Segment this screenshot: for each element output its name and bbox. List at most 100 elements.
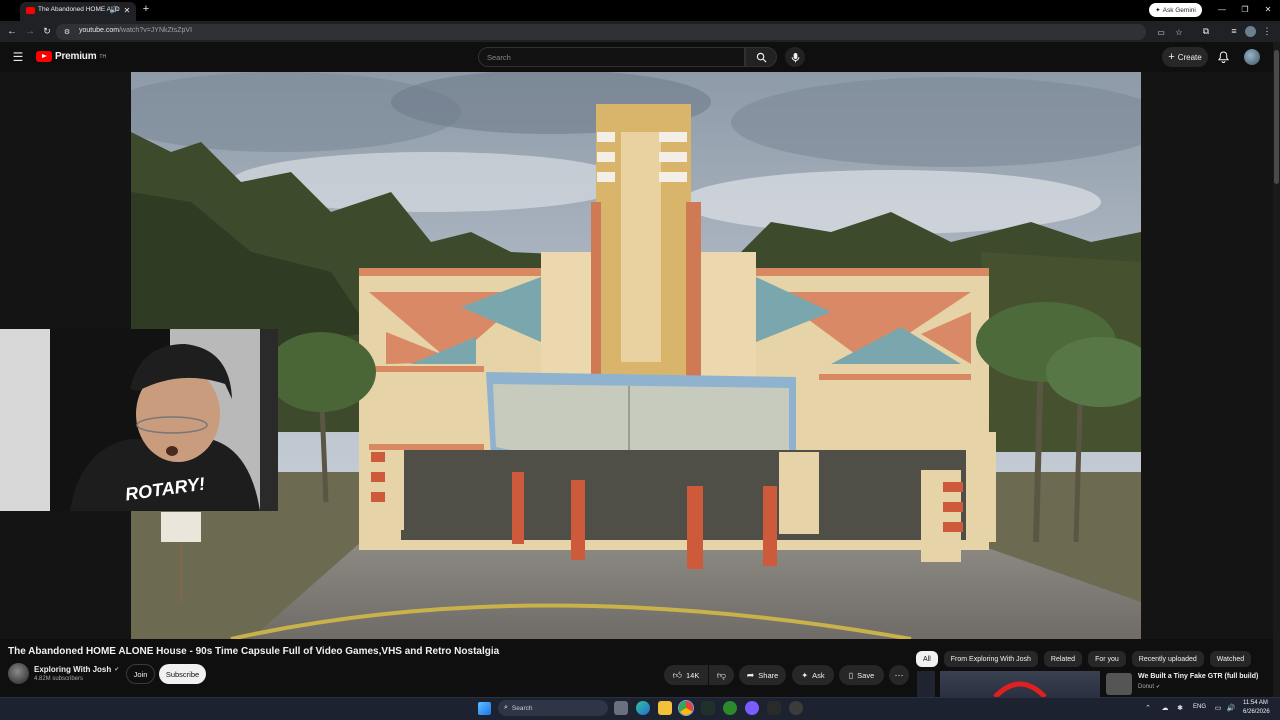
tab-title: The Abandoned HOME ALO xyxy=(38,6,120,13)
chip-label: All xyxy=(923,655,931,663)
create-label: Create xyxy=(1177,52,1202,62)
chip-label: Recently uploaded xyxy=(1138,655,1197,663)
close-tab-icon[interactable]: ✕ xyxy=(122,5,132,15)
network-icon[interactable]: ☁ xyxy=(1160,703,1170,713)
edge-browser-icon[interactable] xyxy=(636,701,650,715)
player-right-margin xyxy=(1141,72,1273,639)
voice-search-button[interactable] xyxy=(785,47,805,67)
clock-time[interactable]: 11:54 AM xyxy=(1243,700,1268,706)
verified-icon: ✔ xyxy=(1156,684,1161,690)
notifications-bell-icon[interactable] xyxy=(1216,50,1230,64)
save-button[interactable]: ▯ Save xyxy=(839,665,884,685)
subscribe-label: Subscribe xyxy=(165,669,200,679)
url-host: youtube.com xyxy=(79,27,120,34)
address-bar[interactable]: ⚙ youtube.com/watch?v=JYNkZtsZpVI ▭ ☆ xyxy=(56,24,1183,40)
minimize-icon[interactable]: — xyxy=(1217,4,1227,14)
windows-start-icon[interactable] xyxy=(478,702,491,715)
channel-name-row: Exploring With Josh ✔ xyxy=(34,665,119,674)
search-placeholder: Search xyxy=(487,53,511,62)
plus-icon: + xyxy=(1168,51,1175,63)
playlist-thumbnail[interactable] xyxy=(917,671,935,697)
extensions-icon[interactable]: ⧉ xyxy=(1200,25,1212,37)
ask-button[interactable]: ✦ Ask xyxy=(792,665,834,685)
display-icon[interactable]: ▭ xyxy=(1213,703,1223,713)
video-player[interactable] xyxy=(131,72,1141,639)
video-title: The Abandoned HOME ALONE House - 90s Tim… xyxy=(8,646,500,657)
reading-list-icon[interactable]: ≡ xyxy=(1228,25,1240,37)
new-tab-button[interactable]: + xyxy=(140,3,152,15)
join-button[interactable]: Join xyxy=(126,664,155,684)
tray-chevron-icon[interactable]: ⌃ xyxy=(1143,703,1153,713)
thumbs-up-icon: 👍︎ xyxy=(672,669,683,680)
share-icon: ➦ xyxy=(746,669,755,680)
page-scrollbar[interactable] xyxy=(1273,42,1280,697)
clock-date[interactable]: 6/26/2026 xyxy=(1243,709,1270,715)
youtube-play-icon xyxy=(36,51,52,62)
file-explorer-icon[interactable] xyxy=(658,701,672,715)
cast-icon[interactable]: ▭ xyxy=(1156,26,1166,38)
like-count: 14K xyxy=(686,670,700,680)
profile-icon[interactable] xyxy=(1245,26,1256,37)
ask-label: Ask xyxy=(812,670,825,680)
channel-avatar[interactable] xyxy=(8,663,29,684)
chip-recently-uploaded[interactable]: Recently uploaded xyxy=(1131,651,1204,667)
scrollbar-thumb[interactable] xyxy=(1274,50,1279,184)
speaker-icon[interactable]: 🔊 xyxy=(109,5,119,15)
thumbs-down-icon: 👎︎ xyxy=(716,669,727,680)
create-button[interactable]: + Create xyxy=(1162,47,1208,67)
chip-label: Watched xyxy=(1216,655,1245,663)
brand-country: TH xyxy=(99,53,107,60)
youtube-logo[interactable]: Premium TH xyxy=(36,51,106,62)
search-button[interactable] xyxy=(745,47,777,67)
terminal-icon[interactable] xyxy=(701,701,715,715)
suggestion-title[interactable]: We Built a Tiny Fake GTR (full build) xyxy=(1138,673,1258,680)
maximize-icon[interactable]: ❐ xyxy=(1240,4,1250,14)
ask-gemini-button[interactable]: ✦ Ask Gemini xyxy=(1149,3,1202,17)
chip-related[interactable]: Related xyxy=(1043,651,1083,667)
forward-icon[interactable]: → xyxy=(24,25,36,37)
browser-menu-icon[interactable]: ⋮ xyxy=(1262,25,1272,37)
reload-icon[interactable]: ↻ xyxy=(41,25,53,37)
brand-text: Premium xyxy=(55,51,97,62)
chip-watched[interactable]: Watched xyxy=(1209,651,1252,667)
chip-from-channel[interactable]: From Exploring With Josh xyxy=(943,651,1038,667)
search-icon xyxy=(756,52,766,62)
media-app-icon[interactable] xyxy=(767,701,781,715)
suggested-thumbnail[interactable] xyxy=(940,671,1100,697)
dislike-button[interactable]: 👎︎ xyxy=(709,665,734,685)
chip-all[interactable]: All xyxy=(916,651,938,667)
join-label: Join xyxy=(133,669,148,679)
suggestion-avatar[interactable] xyxy=(1106,673,1132,695)
channel-name[interactable]: Exploring With Josh xyxy=(34,665,111,674)
share-button[interactable]: ➦ Share xyxy=(739,665,786,685)
subscribe-button[interactable]: Subscribe xyxy=(159,664,206,684)
bookmark-star-icon[interactable]: ☆ xyxy=(1174,26,1184,38)
account-avatar[interactable] xyxy=(1244,49,1260,65)
obs-icon[interactable] xyxy=(789,701,803,715)
more-actions-button[interactable]: ⋯ xyxy=(889,665,909,685)
close-window-icon[interactable]: ✕ xyxy=(1263,4,1273,14)
taskbar-search-icon: ⌕ xyxy=(504,704,508,711)
taskbar-search-input[interactable]: ⌕ Search xyxy=(498,700,608,716)
sparkle-ask-icon: ✦ xyxy=(801,670,809,680)
chip-label: Related xyxy=(1050,655,1076,663)
xbox-icon[interactable] xyxy=(723,701,737,715)
hamburger-menu-icon[interactable]: ☰ xyxy=(11,50,25,64)
share-label: Share xyxy=(758,670,779,680)
discord-icon[interactable] xyxy=(745,701,759,715)
back-icon[interactable]: ← xyxy=(6,25,18,37)
browser-tab[interactable]: The Abandoned HOME ALO 🔊 ✕ xyxy=(20,2,136,21)
taskbar-search-placeholder: Search xyxy=(511,704,533,712)
chip-for-you[interactable]: For you xyxy=(1088,651,1126,667)
webcam-overlay: ROTARY! xyxy=(0,329,278,511)
url-path: /watch?v=JYNkZtsZpVI xyxy=(119,27,193,34)
url-text: youtube.com/watch?v=JYNkZtsZpVI xyxy=(79,27,192,34)
chrome-icon[interactable] xyxy=(678,700,694,716)
bluetooth-icon[interactable]: ✱ xyxy=(1175,703,1185,713)
task-view-icon[interactable] xyxy=(614,701,628,715)
language-indicator[interactable]: ENG xyxy=(1193,704,1206,710)
like-button[interactable]: 👍︎ 14K xyxy=(664,665,708,685)
site-info-icon[interactable]: ⚙ xyxy=(62,27,72,37)
volume-icon[interactable]: 🔊 xyxy=(1226,703,1236,713)
search-input[interactable]: Search xyxy=(478,47,745,67)
